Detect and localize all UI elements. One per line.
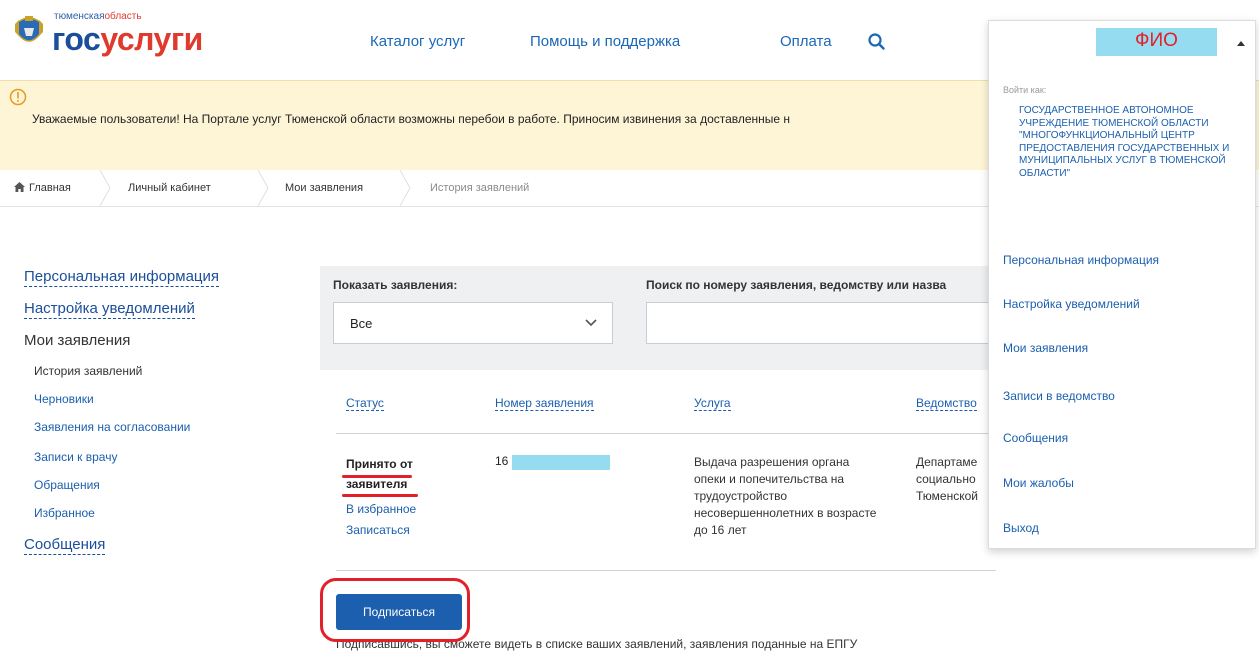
row-service: Выдача разрешения органа опеки и попечит… xyxy=(694,455,877,537)
table-divider xyxy=(336,570,996,571)
notice-text: Уважаемые пользователи! На Портале услуг… xyxy=(32,112,791,126)
search-input[interactable] xyxy=(646,302,1026,344)
status-select[interactable]: Все xyxy=(333,302,613,344)
sidebar-sub-history[interactable]: История заявлений xyxy=(34,364,142,378)
show-label: Показать заявления: xyxy=(333,278,458,292)
add-to-favorites-link[interactable]: В избранное xyxy=(346,502,416,516)
column-header-service[interactable]: Услуга xyxy=(694,396,731,411)
annotation-oval xyxy=(320,578,470,642)
breadcrumb-current: История заявлений xyxy=(430,182,530,194)
menu-item-applications[interactable]: Мои заявления xyxy=(1003,341,1088,355)
row-number: 16 xyxy=(495,454,509,468)
nav-catalog[interactable]: Каталог услуг xyxy=(370,33,465,50)
login-as-organization[interactable]: ГОСУДАРСТВЕННОЕ АВТОНОМНОЕ УЧРЕЖДЕНИЕ ТЮ… xyxy=(1019,105,1247,180)
sidebar-item-applications[interactable]: Мои заявления xyxy=(24,332,130,350)
sidebar-sub-appeals[interactable]: Обращения xyxy=(34,478,100,492)
user-name[interactable]: ФИО xyxy=(1096,28,1217,56)
menu-item-agency-records[interactable]: Записи в ведомство xyxy=(1003,389,1115,403)
breadcrumb-home[interactable]: Главная xyxy=(14,170,71,206)
coat-of-arms-icon xyxy=(15,16,43,42)
search-label: Поиск по номеру заявления, ведомству или… xyxy=(646,278,947,292)
breadcrumb-cabinet[interactable]: Личный кабинет xyxy=(128,170,211,206)
search-icon[interactable] xyxy=(867,32,887,52)
sidebar-sub-drafts[interactable]: Черновики xyxy=(34,392,94,406)
home-icon xyxy=(14,182,25,192)
warning-icon xyxy=(9,88,27,106)
breadcrumb-separator xyxy=(399,170,411,206)
table-row: Принято от заявителя В избранное Записат… xyxy=(336,440,996,570)
sidebar-item-notifications[interactable]: Настройка уведомлений xyxy=(24,300,195,319)
row-agency: Департаме социально Тюменской xyxy=(916,455,978,503)
annotation-underline xyxy=(342,494,418,497)
redacted-number xyxy=(512,455,610,470)
breadcrumb-separator xyxy=(99,170,111,206)
menu-item-notifications[interactable]: Настройка уведомлений xyxy=(1003,297,1140,311)
chevron-down-icon xyxy=(585,319,597,327)
breadcrumb-applications[interactable]: Мои заявления xyxy=(285,170,363,206)
status-select-value: Все xyxy=(350,316,373,331)
column-header-agency[interactable]: Ведомство xyxy=(916,396,977,411)
table-divider xyxy=(336,433,996,434)
row-status: Принято от заявителя xyxy=(346,457,413,491)
signup-link[interactable]: Записаться xyxy=(346,523,410,537)
sidebar-item-personal[interactable]: Персональная информация xyxy=(24,268,220,287)
column-header-status[interactable]: Статус xyxy=(346,396,384,411)
breadcrumb-separator xyxy=(257,170,269,206)
filter-panel: Показать заявления: Поиск по номеру заяв… xyxy=(320,266,1026,370)
user-menu-dropdown: ФИО Войти как: ГОСУДАРСТВЕННОЕ АВТОНОМНО… xyxy=(988,20,1256,549)
nav-payment[interactable]: Оплата xyxy=(780,33,832,50)
caret-up-icon[interactable] xyxy=(1237,41,1245,46)
logo-brand: госуслуги xyxy=(52,21,203,57)
sidebar-item-messages[interactable]: Сообщения xyxy=(24,536,106,555)
sidebar-sub-doctor[interactable]: Записи к врачу xyxy=(34,450,117,464)
menu-item-personal[interactable]: Персональная информация xyxy=(1003,253,1159,267)
menu-item-logout[interactable]: Выход xyxy=(1003,521,1039,535)
login-as-label: Войти как: xyxy=(1003,85,1047,95)
column-header-number[interactable]: Номер заявления xyxy=(495,396,594,411)
sidebar-sub-approval[interactable]: Заявления на согласовании xyxy=(34,420,190,434)
sidebar-sub-favorites[interactable]: Избранное xyxy=(34,506,95,520)
nav-help[interactable]: Помощь и поддержка xyxy=(530,33,680,50)
menu-item-complaints[interactable]: Мои жалобы xyxy=(1003,476,1074,490)
annotation-underline xyxy=(342,475,412,478)
menu-item-messages[interactable]: Сообщения xyxy=(1003,431,1068,445)
